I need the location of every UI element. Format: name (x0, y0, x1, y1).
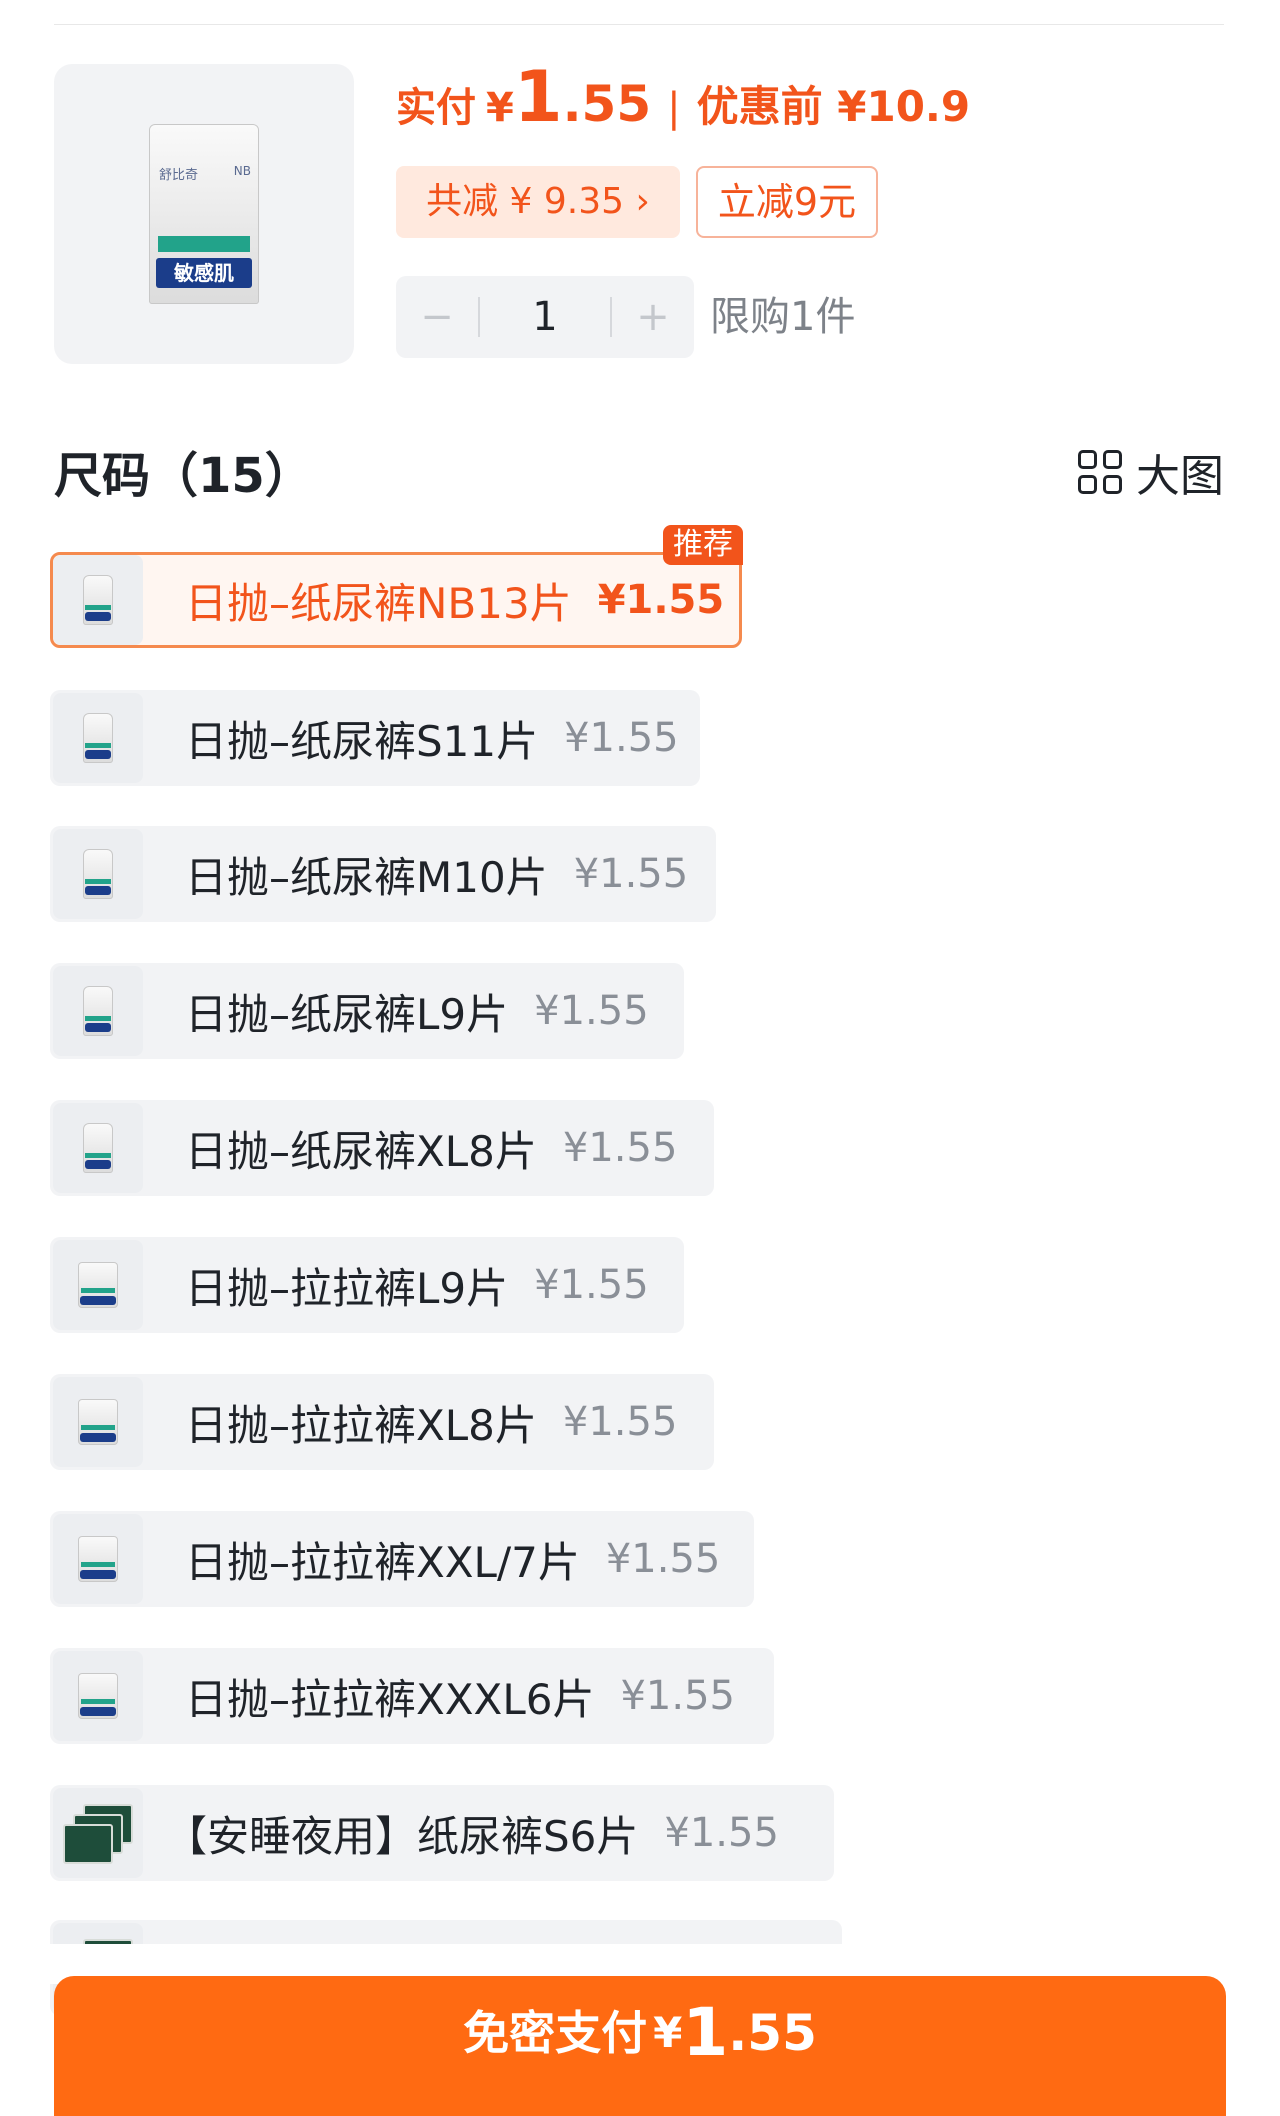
option-thumb (53, 966, 143, 1056)
option-price: ¥1.55 (534, 988, 649, 1034)
price-line: 实付 ¥ 1 .55 | 优惠前 ¥10.9 (396, 62, 970, 142)
size-option[interactable]: 日抛–纸尿裤M10片 ¥1.55 (50, 826, 716, 922)
option-name: 【安睡夜用】纸尿裤S6片 (165, 1811, 639, 1861)
product-image[interactable]: 舒比奇 NB 敏感肌 (54, 64, 354, 364)
instant-cut-tag: 立减9元 (696, 166, 878, 238)
option-name: 日抛–拉拉裤L9片 (185, 1263, 509, 1313)
purchase-limit: 限购1件 (710, 294, 856, 340)
option-thumb (53, 1103, 143, 1193)
option-name: 日抛–拉拉裤XXL/7片 (185, 1537, 580, 1587)
grid-icon (1078, 450, 1122, 494)
pull-up-pack-icon (78, 1262, 118, 1308)
option-name: 日抛–拉拉裤XL8片 (185, 1400, 537, 1450)
big-view-toggle[interactable]: 大图 (1078, 440, 1224, 504)
pull-up-pack-icon (78, 1536, 118, 1582)
diaper-pack-icon (83, 849, 113, 899)
option-thumb (53, 555, 143, 645)
option-thumb (53, 829, 143, 919)
option-price: ¥1.55 (605, 1536, 721, 1582)
recommend-badge: 推荐 (663, 525, 743, 565)
paid-currency: ¥ (486, 85, 514, 131)
size-option[interactable]: 日抛–拉拉裤XXXL6片 ¥1.55 (50, 1648, 774, 1744)
option-thumb (53, 1788, 143, 1878)
option-price: ¥1.55 (562, 1399, 678, 1445)
increase-button[interactable]: + (612, 276, 694, 358)
paid-label: 实付 (396, 85, 476, 131)
quantity-stepper: − 1 + (396, 276, 694, 358)
option-price: ¥1.55 (620, 1673, 735, 1719)
option-thumb (53, 1377, 143, 1467)
pay-button-currency: ¥ (653, 2008, 683, 2057)
option-thumb (53, 693, 143, 783)
option-name: 日抛–纸尿裤S11片 (185, 716, 539, 766)
total-discount-tag[interactable]: 共减 ¥ 9.35 › (396, 166, 680, 238)
size-option[interactable]: 【安睡夜用】纸尿裤S6片 ¥1.55 (50, 1785, 834, 1881)
pre-discount-price: 优惠前 ¥10.9 (696, 82, 971, 131)
option-price: ¥1.55 (562, 1125, 678, 1171)
pack-size: NB (233, 164, 251, 178)
pay-button-label: 免密支付 (463, 2006, 648, 2060)
pull-up-pack-icon (78, 1673, 118, 1719)
diaper-pack-icon (83, 1123, 113, 1173)
option-name: 日抛–纸尿裤XL8片 (185, 1126, 537, 1176)
price-separator: | (667, 85, 681, 131)
pull-up-pack-icon (78, 1399, 118, 1445)
size-section-title: 尺码（15） (54, 448, 313, 504)
option-name: 日抛–纸尿裤M10片 (185, 852, 548, 902)
paid-price-dec: .55 (562, 75, 652, 133)
size-option[interactable]: 日抛–纸尿裤XL8片 ¥1.55 (50, 1100, 714, 1196)
option-name: 日抛–纸尿裤L9片 (185, 989, 509, 1039)
size-option[interactable]: 日抛–纸尿裤L9片 ¥1.55 (50, 963, 684, 1059)
pack-brand: 舒比奇 (159, 168, 199, 183)
option-price: ¥1.55 (564, 715, 679, 761)
size-option[interactable]: 日抛–拉拉裤XL8片 ¥1.55 (50, 1374, 714, 1470)
option-thumb (53, 1240, 143, 1330)
option-thumb (53, 1651, 143, 1741)
paid-price-int: 1 (513, 56, 563, 138)
size-option[interactable]: 日抛–纸尿裤S11片 ¥1.55 (50, 690, 700, 786)
size-option[interactable]: 日抛–拉拉裤L9片 ¥1.55 (50, 1237, 684, 1333)
option-name: 日抛–拉拉裤XXXL6片 (185, 1674, 595, 1724)
top-divider (54, 24, 1224, 25)
size-option[interactable]: 日抛–纸尿裤NB13片 ¥1.55 推荐 (50, 525, 743, 648)
option-price: ¥1.55 (664, 1810, 779, 1856)
quantity-value[interactable]: 1 (480, 294, 610, 340)
option-name: 日抛–纸尿裤NB13片 (185, 578, 572, 628)
diaper-pack-icon (83, 575, 113, 625)
pay-button[interactable]: 免密支付 ¥ 1 .55 (54, 1976, 1226, 2116)
big-view-label: 大图 (1136, 451, 1224, 502)
option-price: ¥1.55 (534, 1262, 649, 1308)
pay-button-price-int: 1 (682, 1994, 729, 2071)
option-price: ¥1.55 (597, 577, 725, 623)
pack-label: 敏感肌 (155, 258, 253, 288)
diaper-pack-icon (83, 713, 113, 763)
diaper-pack-icon: 舒比奇 NB 敏感肌 (149, 124, 259, 304)
decrease-button[interactable]: − (396, 276, 478, 358)
diaper-pack-icon (83, 986, 113, 1036)
pay-button-price-dec: .55 (728, 2004, 817, 2062)
option-price: ¥1.55 (573, 851, 689, 897)
size-option[interactable]: 日抛–拉拉裤XXL/7片 ¥1.55 (50, 1511, 754, 1607)
option-thumb (53, 1514, 143, 1604)
night-pack-icon (63, 1802, 133, 1864)
